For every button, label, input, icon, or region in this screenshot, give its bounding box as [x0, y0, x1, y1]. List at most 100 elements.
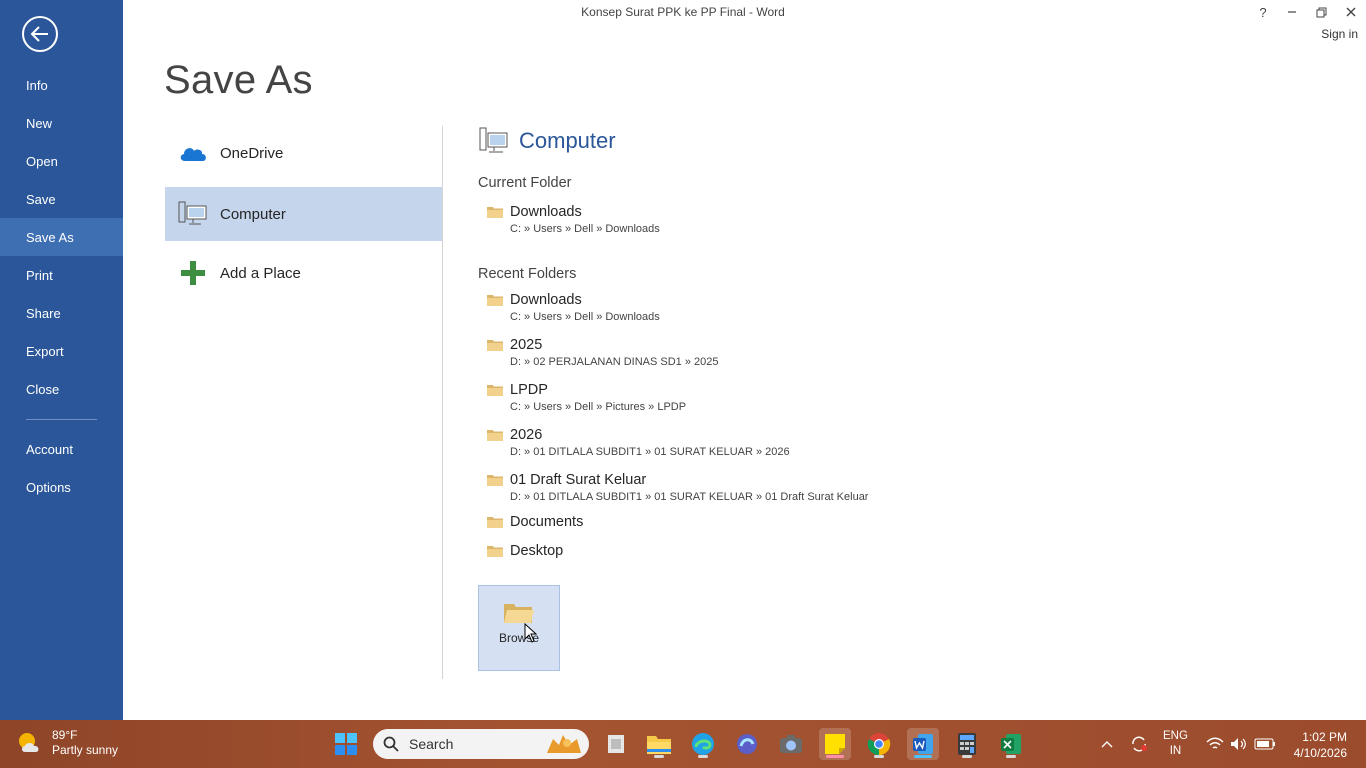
nav-account[interactable]: Account	[0, 430, 123, 468]
place-add-a-place[interactable]: Add a Place	[165, 246, 442, 300]
search-placeholder: Search	[409, 736, 454, 752]
taskbar-search[interactable]: Search	[373, 729, 589, 759]
window-title: Konsep Surat PPK ke PP Final - Word	[581, 5, 785, 19]
recent-folder-item[interactable]: Downloads C: » Users » Dell » Downloads	[487, 292, 660, 323]
show-hidden-icons-button[interactable]	[1091, 728, 1123, 760]
word-window: Info New Open Save Save As Print Share E…	[0, 0, 1366, 768]
close-window-button[interactable]	[1336, 2, 1366, 22]
recent-folder-item[interactable]: 01 Draft Surat Keluar D: » 01 DITLALA SUB…	[487, 472, 868, 503]
search-icon	[383, 736, 399, 752]
calculator-button[interactable]	[951, 728, 983, 760]
edge-icon	[692, 733, 714, 755]
edge-button[interactable]	[687, 728, 719, 760]
running-indicator	[654, 755, 664, 758]
recent-folder-item[interactable]: 2025 D: » 02 PERJALANAN DINAS SD1 » 2025	[487, 337, 718, 368]
calculator-icon	[958, 733, 976, 755]
recent-folder-item[interactable]: Documents	[487, 514, 583, 533]
current-folder-item[interactable]: Downloads C: » Users » Dell » Downloads	[487, 204, 660, 235]
language-indicator[interactable]: ENG IN	[1163, 729, 1188, 759]
nav-save[interactable]: Save	[0, 180, 123, 218]
camera-app-button[interactable]	[775, 728, 807, 760]
computer-icon	[479, 127, 508, 153]
nav-open[interactable]: Open	[0, 142, 123, 180]
file-explorer-icon	[647, 736, 671, 754]
folder-icon	[487, 517, 503, 528]
nav-share[interactable]: Share	[0, 294, 123, 332]
word-button[interactable]	[907, 728, 939, 760]
sign-in-link[interactable]: Sign in	[1321, 27, 1358, 41]
wifi-icon	[1206, 737, 1224, 749]
back-button[interactable]	[22, 16, 58, 52]
nav-close[interactable]: Close	[0, 370, 123, 408]
nav-export[interactable]: Export	[0, 332, 123, 370]
nav-new[interactable]: New	[0, 104, 123, 142]
folder-name: Downloads	[510, 292, 582, 308]
plus-icon	[180, 261, 205, 285]
page-title: Save As	[164, 58, 313, 102]
chrome-button[interactable]	[863, 728, 895, 760]
clock-date: 4/10/2026	[1293, 746, 1347, 760]
clock-time: 1:02 PM	[1302, 730, 1347, 744]
active-indicator	[914, 755, 932, 758]
volume-icon	[1231, 738, 1246, 750]
file-explorer-button[interactable]	[643, 728, 675, 760]
close-icon	[1346, 7, 1356, 17]
help-button[interactable]: ?	[1248, 2, 1278, 22]
folder-name: Downloads	[510, 204, 582, 220]
task-view-icon	[608, 735, 624, 753]
active-indicator	[826, 755, 844, 758]
search-highlight-icon	[547, 735, 581, 753]
taskbar: 89°F Partly sunny Search ENG IN 1:02 PM …	[0, 720, 1366, 768]
nav-save-as[interactable]: Save As	[0, 218, 123, 256]
computer-panel-header: Computer	[479, 126, 616, 156]
sticky-notes-button[interactable]	[819, 728, 851, 760]
battery-button[interactable]	[1249, 728, 1281, 760]
computer-heading: Computer	[519, 128, 616, 153]
onedrive-icon	[180, 148, 206, 161]
recent-folder-item[interactable]: Desktop	[487, 543, 563, 562]
partly-sunny-icon	[19, 733, 39, 752]
folder-icon	[487, 340, 503, 351]
restore-icon	[1316, 7, 1326, 17]
nav-info[interactable]: Info	[0, 66, 123, 104]
sync-icon	[1132, 736, 1147, 752]
folder-name: LPDP	[510, 382, 548, 398]
recent-folder-item[interactable]: 2026 D: » 01 DITLALA SUBDIT1 » 01 SURAT K…	[487, 427, 790, 458]
clock[interactable]: 1:02 PM 4/10/2026	[1294, 729, 1347, 761]
nav-options[interactable]: Options	[0, 468, 123, 506]
weather-widget[interactable]: 89°F Partly sunny	[16, 728, 118, 758]
folder-name: Desktop	[510, 543, 564, 559]
restore-button[interactable]	[1306, 2, 1336, 22]
current-folder-label: Current Folder	[478, 175, 572, 191]
folder-path: D: » 01 DITLALA SUBDIT1 » 01 SURAT KELUA…	[510, 491, 869, 503]
sticky-notes-icon	[825, 734, 845, 754]
recent-folder-item[interactable]: LPDP C: » Users » Dell » Pictures » LPDP	[487, 382, 686, 413]
folder-icon	[487, 546, 503, 557]
camera-icon	[780, 735, 802, 753]
sync-status-button[interactable]	[1123, 728, 1155, 760]
folder-icon	[487, 385, 503, 396]
app-swirl-icon	[737, 734, 757, 754]
browse-button[interactable]: Browse	[478, 585, 560, 671]
recent-folders-label: Recent Folders	[478, 266, 577, 282]
place-onedrive[interactable]: OneDrive	[165, 126, 442, 180]
folder-path: C: » Users » Dell » Downloads	[510, 223, 660, 235]
folder-name: 2026	[510, 427, 543, 443]
minimize-button[interactable]	[1277, 2, 1307, 22]
folder-path: C: » Users » Dell » Downloads	[510, 311, 660, 323]
app-button-pinned[interactable]	[731, 728, 763, 760]
place-label: OneDrive	[220, 144, 284, 162]
nav-print[interactable]: Print	[0, 256, 123, 294]
panel-divider	[442, 126, 443, 679]
folder-icon	[487, 475, 503, 486]
running-indicator	[962, 755, 972, 758]
task-view-button[interactable]	[600, 728, 632, 760]
windows-start-icon	[335, 733, 357, 755]
place-computer[interactable]: Computer	[165, 187, 442, 241]
folder-path: D: » 01 DITLALA SUBDIT1 » 01 SURAT KELUA…	[510, 446, 790, 458]
excel-button[interactable]	[995, 728, 1027, 760]
start-button[interactable]	[330, 728, 362, 760]
running-indicator	[874, 755, 884, 758]
computer-icon	[178, 201, 206, 225]
folder-path: C: » Users » Dell » Pictures » LPDP	[510, 401, 687, 413]
